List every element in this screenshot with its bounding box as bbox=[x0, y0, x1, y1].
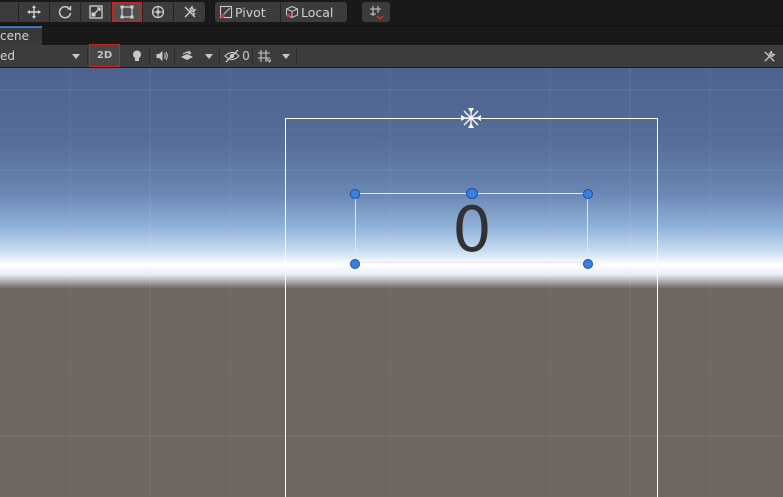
chevron-down-icon bbox=[72, 54, 80, 59]
view-tool-button[interactable] bbox=[0, 2, 19, 22]
chevron-down-icon bbox=[282, 53, 290, 59]
shading-mode-label: ed bbox=[0, 49, 15, 63]
2d-mode-toggle[interactable]: 2D bbox=[89, 44, 120, 67]
resize-handle-top-left[interactable] bbox=[350, 189, 360, 199]
custom-tools-icon bbox=[184, 5, 197, 18]
effects-toggle[interactable] bbox=[178, 46, 196, 66]
local-cube-icon bbox=[286, 5, 298, 19]
anchor-gizmo-icon[interactable] bbox=[459, 106, 483, 130]
tab-scene-label: cene bbox=[0, 29, 29, 43]
grid-snap-icon bbox=[370, 6, 384, 20]
lighting-toggle[interactable] bbox=[129, 46, 145, 66]
divider bbox=[87, 48, 88, 64]
transform-icon bbox=[151, 5, 165, 19]
scene-tools-button[interactable] bbox=[760, 46, 778, 66]
rect-tool-button[interactable] bbox=[112, 2, 143, 22]
effects-dropdown[interactable] bbox=[200, 46, 218, 66]
pivot-group: Pivot Local bbox=[215, 2, 347, 22]
2d-mode-label: 2D bbox=[96, 50, 113, 61]
grid-icon bbox=[258, 50, 271, 63]
move-tool-button[interactable] bbox=[19, 2, 50, 22]
grid-dropdown[interactable] bbox=[278, 46, 294, 66]
transform-tools-group bbox=[0, 2, 205, 22]
speaker-icon bbox=[156, 51, 168, 61]
divider bbox=[174, 48, 175, 64]
grid-snap-button[interactable] bbox=[362, 2, 390, 22]
local-toggle[interactable]: Local bbox=[281, 2, 347, 22]
divider bbox=[252, 48, 253, 64]
grid-toggle[interactable] bbox=[255, 46, 273, 66]
pivot-icon bbox=[219, 5, 233, 19]
transform-tool-button[interactable] bbox=[143, 2, 174, 22]
resize-handle-top-right[interactable] bbox=[583, 189, 593, 199]
audio-toggle[interactable] bbox=[153, 46, 171, 66]
move-arrows-icon bbox=[27, 5, 41, 19]
lightbulb-icon bbox=[133, 50, 141, 61]
scale-icon bbox=[89, 5, 103, 19]
hidden-count: 0 bbox=[242, 49, 250, 63]
divider bbox=[219, 48, 220, 64]
tab-strip: cene bbox=[0, 26, 783, 45]
divider bbox=[296, 48, 297, 64]
rotate-tool-button[interactable] bbox=[50, 2, 81, 22]
chevron-down-icon bbox=[205, 53, 213, 59]
rotate-icon bbox=[58, 6, 72, 19]
scene-viewport[interactable]: 0 bbox=[0, 68, 783, 497]
main-toolbar: Pivot Local bbox=[0, 0, 783, 26]
pivot-toggle[interactable]: Pivot bbox=[215, 2, 281, 22]
effects-layers-icon bbox=[181, 50, 193, 60]
canvas-bounds bbox=[285, 118, 658, 497]
pivot-handle[interactable] bbox=[466, 188, 478, 199]
scene-visibility-toggle[interactable]: 0 bbox=[222, 46, 252, 66]
divider bbox=[149, 48, 150, 64]
tools-icon bbox=[763, 49, 776, 62]
resize-handle-bottom-left[interactable] bbox=[350, 259, 360, 269]
shading-mode-dropdown[interactable]: ed bbox=[0, 46, 84, 66]
custom-tool-button[interactable] bbox=[174, 2, 205, 22]
hidden-eye-icon bbox=[224, 49, 240, 63]
text-object[interactable]: 0 bbox=[440, 190, 504, 270]
local-label: Local bbox=[301, 4, 334, 20]
tab-scene[interactable]: cene bbox=[0, 26, 42, 45]
rect-transform-icon bbox=[120, 5, 134, 19]
resize-handle-bottom-right[interactable] bbox=[583, 259, 593, 269]
scale-tool-button[interactable] bbox=[81, 2, 112, 22]
pivot-label: Pivot bbox=[235, 4, 266, 20]
